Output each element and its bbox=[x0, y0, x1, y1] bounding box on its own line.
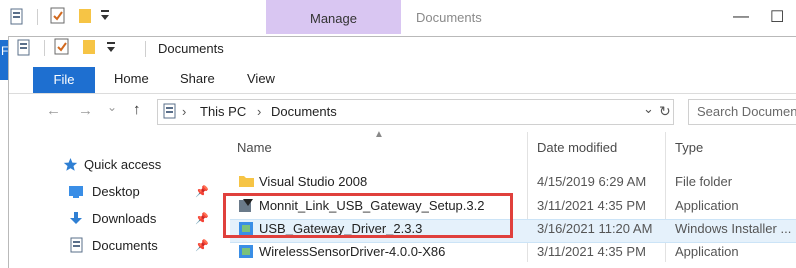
tab-view[interactable]: View bbox=[247, 71, 275, 86]
nav-documents[interactable]: Documents bbox=[92, 238, 158, 253]
highlight-box bbox=[223, 193, 513, 238]
tab-home[interactable]: Home bbox=[114, 71, 149, 86]
qat-dropdown-icon[interactable] bbox=[106, 41, 116, 55]
breadcrumb-this-pc[interactable]: This PC bbox=[200, 104, 246, 119]
breadcrumb-separator[interactable]: › bbox=[182, 104, 186, 119]
file-date: 3/11/2021 4:35 PM bbox=[537, 244, 646, 259]
properties-icon[interactable] bbox=[17, 39, 31, 57]
file-date: 4/15/2019 6:29 AM bbox=[537, 174, 647, 189]
pin-icon[interactable]: 📌 bbox=[195, 185, 209, 198]
forward-button[interactable]: → bbox=[78, 102, 93, 119]
recent-locations-button[interactable]: ⌄ bbox=[107, 100, 117, 114]
file-date: 3/16/2021 11:20 AM bbox=[537, 221, 653, 236]
minimize-button[interactable]: — bbox=[733, 8, 749, 26]
nav-downloads[interactable]: Downloads bbox=[92, 211, 156, 226]
breadcrumb-documents[interactable]: Documents bbox=[271, 104, 337, 119]
manage-tab-label: Manage bbox=[310, 11, 357, 26]
outer-properties-icon[interactable] bbox=[10, 8, 24, 26]
outer-qat-dropdown-icon[interactable] bbox=[100, 9, 110, 23]
title-separator bbox=[145, 41, 146, 57]
address-dropdown-button[interactable]: ⌄ bbox=[643, 101, 654, 117]
file-type: Application bbox=[675, 244, 739, 259]
file-type: File folder bbox=[675, 174, 733, 189]
search-placeholder: Search Documents bbox=[697, 104, 796, 119]
file-date: 3/11/2021 4:35 PM bbox=[537, 198, 646, 213]
ribbon-divider bbox=[9, 93, 796, 94]
maximize-button[interactable]: ☐ bbox=[770, 7, 784, 27]
checklist-icon[interactable] bbox=[54, 38, 70, 56]
breadcrumb-separator-2[interactable]: › bbox=[257, 104, 261, 119]
refresh-button[interactable]: ↻ bbox=[659, 103, 671, 120]
new-folder-icon[interactable] bbox=[82, 38, 96, 56]
pin-icon[interactable]: 📌 bbox=[195, 212, 209, 225]
document-icon bbox=[70, 237, 83, 253]
pin-icon[interactable]: 📌 bbox=[195, 239, 209, 252]
back-button[interactable]: ← bbox=[46, 102, 61, 119]
outer-folder-icon[interactable] bbox=[78, 7, 92, 25]
folder-icon bbox=[239, 176, 254, 187]
up-button[interactable]: ↑ bbox=[133, 101, 141, 118]
nav-desktop[interactable]: Desktop bbox=[92, 184, 140, 199]
column-header-date[interactable]: Date modified bbox=[537, 140, 617, 155]
window-title: Documents bbox=[158, 41, 224, 56]
file-type: Application bbox=[675, 198, 739, 213]
tab-share[interactable]: Share bbox=[180, 71, 215, 86]
desktop-icon bbox=[69, 186, 83, 198]
download-icon bbox=[70, 212, 82, 224]
star-icon bbox=[63, 158, 78, 171]
outer-window-title: Documents bbox=[416, 10, 482, 25]
outer-checklist-icon[interactable] bbox=[50, 7, 66, 25]
outer-separator bbox=[37, 9, 38, 25]
qat-separator bbox=[44, 40, 45, 56]
file-name[interactable]: Visual Studio 2008 bbox=[259, 174, 367, 189]
file-type: Windows Installer ... bbox=[675, 221, 792, 236]
documents-location-icon bbox=[163, 103, 176, 119]
file-tab-label: File bbox=[53, 72, 75, 87]
file-name[interactable]: WirelessSensorDriver-4.0.0-X86 bbox=[259, 244, 445, 259]
column-header-type[interactable]: Type bbox=[675, 140, 703, 155]
column-header-name[interactable]: Name bbox=[237, 140, 272, 155]
sort-ascending-icon: ▲ bbox=[374, 129, 384, 140]
installer-icon bbox=[239, 245, 253, 258]
nav-quick-access[interactable]: Quick access bbox=[84, 157, 161, 172]
